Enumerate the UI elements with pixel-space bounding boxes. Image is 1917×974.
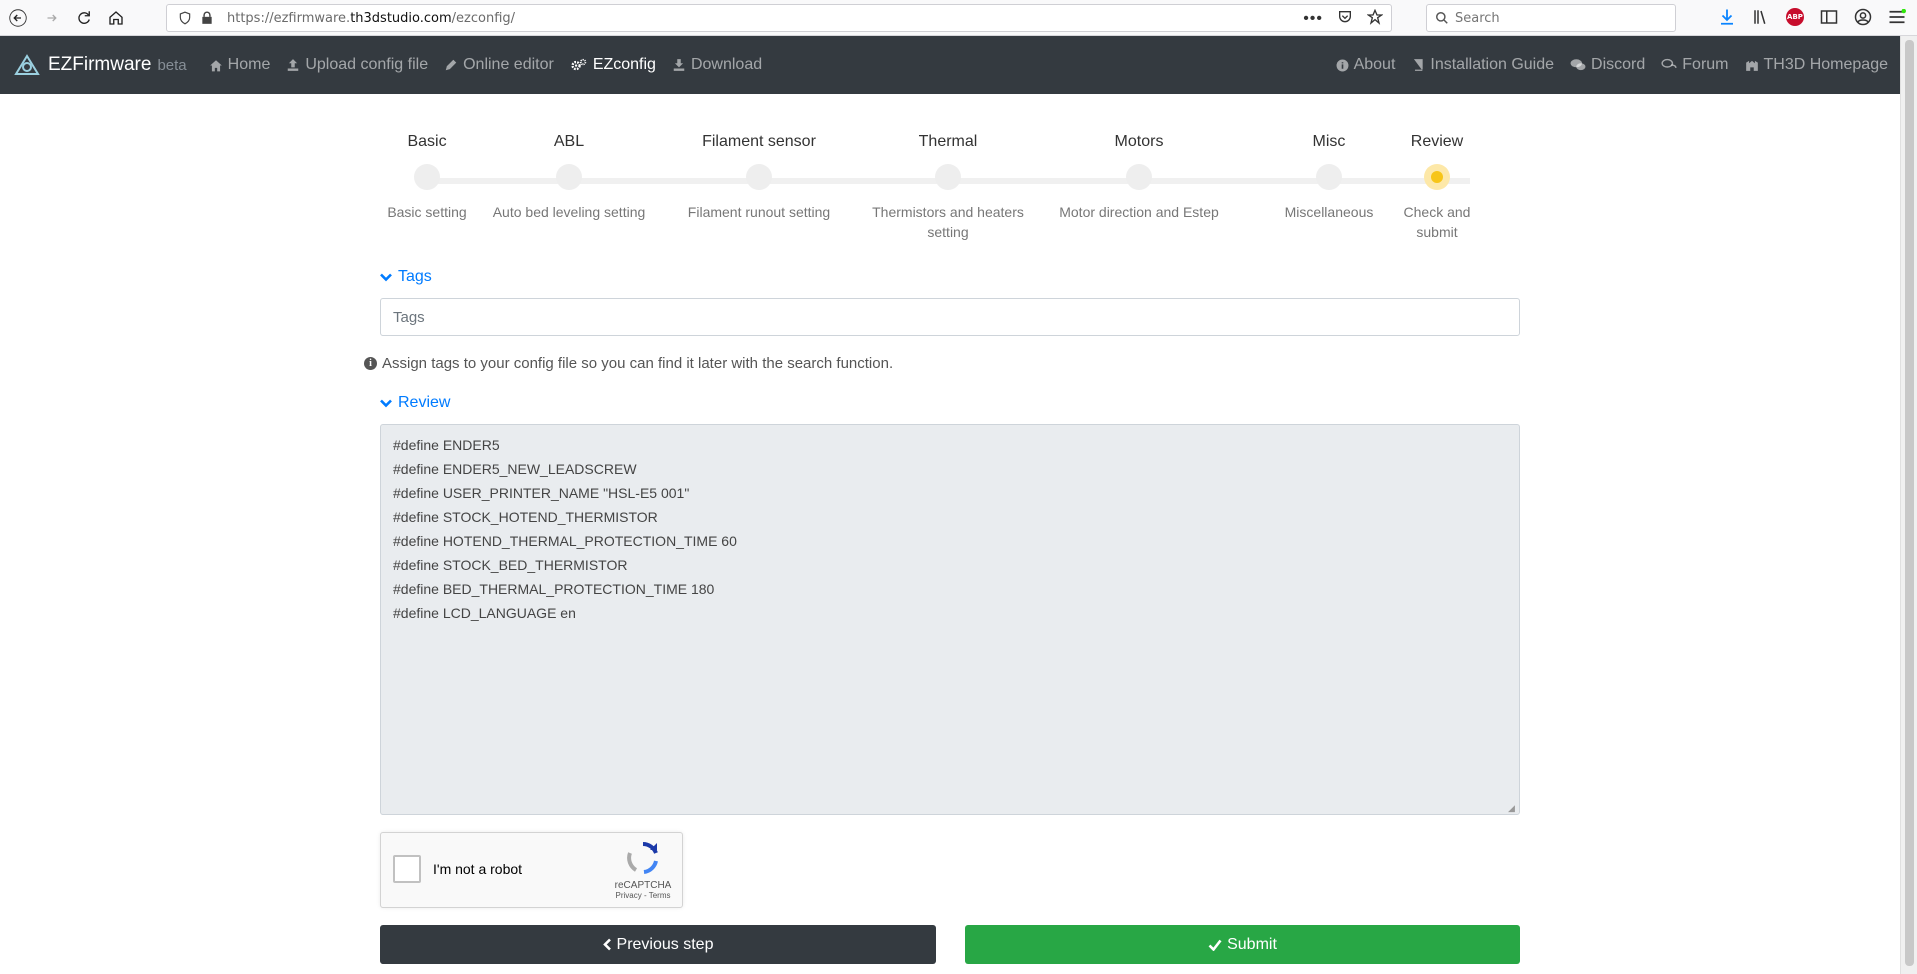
step-abl[interactable]: ABL Auto bed leveling setting [484, 130, 654, 222]
step-title: Review [1410, 133, 1464, 150]
previous-step-button[interactable]: Previous step [380, 925, 936, 964]
step-title: Motors [1114, 133, 1164, 150]
menu-icon[interactable] [1886, 6, 1908, 28]
step-dot [1316, 164, 1342, 190]
tags-input[interactable] [380, 298, 1520, 336]
nav-home[interactable]: Home [209, 56, 270, 74]
step-dot [935, 164, 961, 190]
progress-stepper: Basic Basic setting ABL Auto bed levelin… [380, 130, 1480, 250]
step-desc: Motor direction and Estep [1059, 204, 1219, 220]
info-icon [1336, 59, 1349, 72]
chevron-left-icon [602, 938, 611, 951]
nav-th3d-homepage[interactable]: TH3D Homepage [1745, 56, 1888, 74]
resize-grip-icon[interactable]: ◢ [1508, 803, 1518, 813]
book-icon [1411, 58, 1425, 72]
home-button[interactable] [100, 2, 132, 34]
nav-forum[interactable]: Forum [1661, 56, 1729, 74]
step-dot [414, 164, 440, 190]
sidebar-icon[interactable] [1818, 6, 1840, 28]
recaptcha-checkbox[interactable] [393, 855, 421, 883]
recaptcha-widget: I'm not a robot reCAPTCHA Privacy - Term… [380, 832, 683, 908]
step-desc: Thermistors and heaters setting [872, 204, 1024, 240]
page-actions-icon[interactable]: ••• [1303, 10, 1323, 28]
info-icon: i [364, 357, 377, 370]
step-filament-sensor[interactable]: Filament sensor Filament runout setting [674, 130, 844, 222]
account-icon[interactable] [1852, 6, 1874, 28]
brand-name: EZFirmware [48, 54, 152, 75]
bookmark-star-icon[interactable] [1366, 8, 1384, 28]
nav-about[interactable]: About [1336, 56, 1395, 74]
brand-logo[interactable]: EZFirmware beta [14, 54, 187, 76]
step-title: Thermal [918, 133, 978, 150]
scrollbar-thumb[interactable] [1905, 40, 1914, 966]
forward-button[interactable] [36, 2, 68, 34]
arrow-left-icon [9, 9, 27, 27]
reload-icon [78, 11, 90, 24]
gears-icon [570, 58, 588, 72]
step-review[interactable]: Review Check and submit [1387, 130, 1487, 242]
check-icon [1208, 939, 1222, 951]
download-icon [672, 58, 686, 72]
browser-search-input[interactable] [1455, 10, 1655, 26]
download-icon[interactable] [1716, 6, 1738, 28]
library-icon[interactable] [1750, 6, 1772, 28]
step-thermal[interactable]: Thermal Thermistors and heaters setting [863, 130, 1033, 242]
nav-ezconfig[interactable]: EZconfig [570, 56, 656, 74]
step-dot [1126, 164, 1152, 190]
browser-search-box[interactable] [1426, 4, 1676, 32]
adblock-icon[interactable]: ABP [1784, 6, 1806, 28]
comments-outline-icon [1661, 58, 1677, 72]
fort-icon [1745, 58, 1759, 72]
recaptcha-logo: reCAPTCHA Privacy - Terms [613, 841, 673, 900]
chevron-down-icon [380, 273, 392, 281]
chevron-down-icon [380, 399, 392, 407]
home-icon [209, 59, 223, 72]
review-section-toggle[interactable]: Review [380, 394, 450, 412]
tags-section-toggle[interactable]: Tags [380, 268, 432, 286]
submit-button[interactable]: Submit [965, 925, 1520, 964]
step-desc: Auto bed leveling setting [492, 204, 646, 220]
nav-download[interactable]: Download [672, 56, 762, 74]
step-dot-active [1424, 164, 1450, 190]
nav-discord[interactable]: Discord [1570, 56, 1645, 74]
pocket-icon[interactable] [1337, 9, 1353, 28]
tags-help-text: i Assign tags to your config file so you… [364, 355, 893, 372]
browser-toolbar: https://ezfirmware.th3dstudio.com/ezconf… [0, 0, 1917, 36]
nav-installation-guide[interactable]: Installation Guide [1411, 56, 1554, 74]
lock-icon [199, 10, 215, 26]
step-title: Filament sensor [702, 133, 816, 150]
nav-upload-config[interactable]: Upload config file [286, 56, 428, 74]
review-config-textarea[interactable]: #define ENDER5 #define ENDER5_NEW_LEADSC… [380, 424, 1520, 815]
recaptcha-icon [627, 842, 658, 874]
reload-button[interactable] [68, 2, 100, 34]
step-desc: Check and submit [1403, 204, 1471, 240]
brand-beta: beta [157, 56, 187, 74]
step-dot [556, 164, 582, 190]
step-dot [746, 164, 772, 190]
back-button[interactable] [2, 2, 34, 34]
shield-icon [177, 10, 193, 26]
nav-online-editor[interactable]: Online editor [444, 56, 554, 74]
recaptcha-label: I'm not a robot [433, 861, 523, 877]
step-motors[interactable]: Motors Motor direction and Estep [1054, 130, 1224, 222]
step-desc: Filament runout setting [687, 204, 831, 220]
upload-icon [286, 58, 300, 72]
page-scrollbar[interactable] [1900, 36, 1917, 974]
brand-icon [14, 54, 40, 75]
recaptcha-terms-link[interactable]: Privacy - Terms [613, 891, 673, 900]
url-bar[interactable]: https://ezfirmware.th3dstudio.com/ezconf… [166, 4, 1392, 32]
arrow-right-icon [47, 14, 57, 22]
main-navbar: EZFirmware beta Home Upload config file … [0, 36, 1900, 94]
pencil-icon [444, 58, 458, 72]
home-icon [109, 11, 123, 25]
url-text: https://ezfirmware.th3dstudio.com/ezconf… [227, 10, 516, 26]
search-icon [1435, 11, 1449, 25]
step-title: ABL [553, 133, 585, 150]
comments-icon [1570, 58, 1586, 72]
